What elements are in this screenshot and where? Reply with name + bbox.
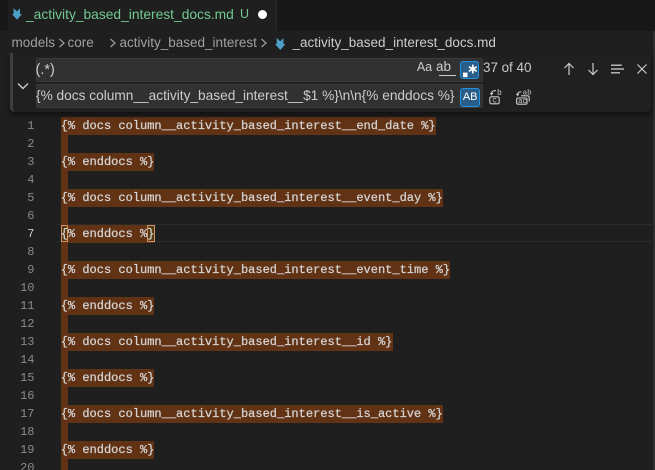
svg-text:b: b bbox=[497, 89, 502, 98]
svg-text:c: c bbox=[492, 96, 497, 104]
svg-text:ab: ab bbox=[522, 89, 531, 97]
svg-text:ac: ac bbox=[518, 98, 527, 105]
